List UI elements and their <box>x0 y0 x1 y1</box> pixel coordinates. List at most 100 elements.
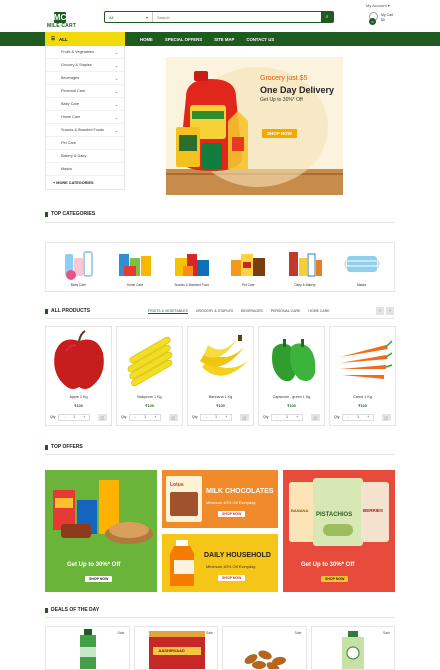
sidebar-item-home-care[interactable]: Home Care ⌄ <box>46 111 124 124</box>
quantity-stepper[interactable]: - 1 + <box>58 413 91 421</box>
offer-right-shop-now[interactable]: SHOP NOW <box>321 576 349 582</box>
rice-brand-label: AASHIRVAAD <box>158 648 185 653</box>
logo-text[interactable]: MILE CART <box>47 23 76 29</box>
sidebar-item-bakery-dairy[interactable]: Bakery & Dairy <box>46 150 124 163</box>
deal-card[interactable]: Sale AASHIRVAAD <box>133 626 218 670</box>
category-baby-care[interactable]: Baby Care <box>57 248 99 287</box>
category-dairy-bakery[interactable]: Dairy & Bakery <box>284 248 326 287</box>
section-title-label: TOP CATEGORIES <box>51 211 96 217</box>
offer-banner-right[interactable]: BANANA PISTACHIOS BERRIES Get Up to 30%*… <box>283 470 395 592</box>
plus-icon[interactable]: + <box>296 415 298 419</box>
add-to-cart-button[interactable]: 🛒 <box>240 413 249 421</box>
deal-card[interactable]: Sale <box>222 626 307 670</box>
minus-icon[interactable]: - <box>64 415 65 419</box>
more-categories-link[interactable]: + MORE CATEGORIES <box>46 176 124 189</box>
plus-icon[interactable]: + <box>225 415 227 419</box>
nav-link-home[interactable]: HOME <box>140 37 153 42</box>
chevron-down-icon: ⌄ <box>114 89 118 94</box>
category-snacks[interactable]: Snacks & Branded Food <box>171 248 213 287</box>
sidebar-item-fruits-vegetables[interactable]: Fruits & Vegetables ⌄ <box>46 46 124 59</box>
plus-icon[interactable]: + <box>367 415 369 419</box>
chevron-right-icon[interactable]: › <box>386 307 394 315</box>
tab-personal-care[interactable]: PERSONAL CARE <box>271 309 301 314</box>
minus-icon[interactable]: - <box>206 415 207 419</box>
product-card[interactable]: Capsicum - green 1 Kg ₹100 Qty - 1 + 🛒 <box>258 326 325 426</box>
category-label: Masks <box>357 282 367 287</box>
divider <box>45 454 395 455</box>
minus-icon[interactable]: - <box>277 415 278 419</box>
category-label: Dairy & Bakery <box>294 282 316 287</box>
baby-care-image <box>65 251 93 280</box>
logo-icon[interactable]: MC <box>54 12 66 23</box>
minus-icon[interactable]: - <box>135 415 136 419</box>
offer-household-shop-now[interactable]: SHOP NOW <box>218 575 246 581</box>
offer-left-shop-now[interactable]: SHOP NOW <box>85 576 113 582</box>
tab-fruits-vegetables[interactable]: FRUITS & VEGETABLES <box>148 309 188 314</box>
search-button[interactable]: ⌕ <box>321 12 333 22</box>
offer-banner-chocolates[interactable]: Lotus MILK CHOCOLATES Minimum 40% Off Ev… <box>162 470 278 528</box>
add-to-cart-button[interactable]: 🛒 <box>382 413 391 421</box>
category-masks[interactable]: Masks <box>341 248 383 287</box>
quantity-stepper[interactable]: - 1 + <box>200 413 233 421</box>
minus-icon[interactable]: - <box>348 415 349 419</box>
top-offers-title: TOP OFFERS <box>45 444 83 450</box>
section-title-label: DEALS OF THE DAY <box>51 607 100 613</box>
product-card[interactable]: Babycorn 1 Kg ₹100 Qty - 1 + 🛒 <box>116 326 183 426</box>
sidebar-item-personal-care[interactable]: Personal Care ⌄ <box>46 85 124 98</box>
search-input[interactable] <box>153 12 321 22</box>
product-card[interactable]: Apple 1 Kg ₹100 Qty - 1 + 🛒 <box>45 326 112 426</box>
carrot-image <box>340 340 393 379</box>
cart-summary[interactable]: My Cart $0 <box>381 13 393 23</box>
sidebar-item-label: Home Care <box>61 115 81 119</box>
product-price: ₹100 <box>216 404 225 408</box>
category-pet-care[interactable]: Pet Care <box>227 248 269 287</box>
nav-link-contact-us[interactable]: CONTACT US <box>246 37 274 42</box>
nav-link-special-offers[interactable]: SPECIAL OFFERS <box>165 37 202 42</box>
search-category-select[interactable]: All ▾ <box>105 12 153 22</box>
sidebar-item-baby-care[interactable]: Baby Care ⌄ <box>46 98 124 111</box>
banner-line3: Get Up to 30%* Off <box>260 97 303 103</box>
add-to-cart-button[interactable]: 🛒 <box>98 413 107 421</box>
sidebar-item-grocery-staples[interactable]: Grocery & Staples ⌄ <box>46 59 124 72</box>
sidebar-item-pet-care[interactable]: Pet Care <box>46 137 124 150</box>
sidebar-item-masks[interactable]: Masks <box>46 163 124 176</box>
pack-label: PISTACHIOS <box>316 512 353 518</box>
product-price: ₹100 <box>145 404 154 408</box>
plus-icon[interactable]: + <box>83 415 85 419</box>
my-account-link[interactable]: My Account ▾ <box>366 3 390 8</box>
tab-home-care[interactable]: HOME CARE <box>308 309 329 314</box>
banner-line1: Grocery just $5 <box>260 75 308 82</box>
all-categories-button[interactable]: ☰ ALL <box>45 32 125 46</box>
sidebar-item-beverages[interactable]: Beverages ⌄ <box>46 72 124 85</box>
tab-grocery-staples[interactable]: GROCERY & STAPLES <box>196 309 233 314</box>
qty-label: Qty <box>50 415 56 419</box>
quantity-stepper[interactable]: - 1 + <box>271 413 304 421</box>
tab-beverages[interactable]: BEVERAGES <box>241 309 263 314</box>
deal-card[interactable]: Sale <box>45 626 130 670</box>
offer-banner-household[interactable]: DAILY HOUSEHOLD Minimum 40% Off Everyday… <box>162 534 278 592</box>
divider <box>45 318 395 319</box>
berries-pack-image: BERRIES <box>361 482 389 542</box>
quantity-stepper[interactable]: - 1 + <box>342 413 375 421</box>
banner-shop-now-button[interactable]: SHOP NOW <box>262 129 297 138</box>
offer-chocolates-shop-now[interactable]: SHOP NOW <box>218 511 246 517</box>
quantity-stepper[interactable]: - 1 + <box>129 413 162 421</box>
product-card[interactable]: Bannana 1 Kg ₹100 Qty - 1 + 🛒 <box>187 326 254 426</box>
juice-bottle-image <box>170 540 194 586</box>
nav-link-site-map[interactable]: SITE MAP <box>214 37 234 42</box>
deal-card[interactable]: Sale <box>310 626 395 670</box>
plus-icon[interactable]: + <box>154 415 156 419</box>
chevron-down-icon: ⌄ <box>114 76 118 81</box>
add-to-cart-button[interactable]: 🛒 <box>311 413 320 421</box>
chevron-left-icon[interactable]: ‹ <box>376 307 384 315</box>
offer-banner-left[interactable]: Get Up to 30%* Off SHOP NOW <box>45 470 157 592</box>
qty-row: Qty - 1 + 🛒 <box>334 413 391 421</box>
product-card[interactable]: Carrot 1 Kg ₹100 Qty - 1 + 🛒 <box>329 326 396 426</box>
offer-left-text: Get Up to 30%* Off <box>67 562 121 568</box>
cart-amount: $0 <box>381 18 385 22</box>
hero-banner[interactable]: Grocery just $5 One Day Delivery Get Up … <box>166 57 343 195</box>
category-carousel: Baby Care Home Care Snacks & Branded Foo… <box>45 242 395 292</box>
category-home-care[interactable]: Home Care <box>114 248 156 287</box>
sidebar-item-snacks[interactable]: Snacks & Branded Foods ⌄ <box>46 124 124 137</box>
add-to-cart-button[interactable]: 🛒 <box>169 413 178 421</box>
